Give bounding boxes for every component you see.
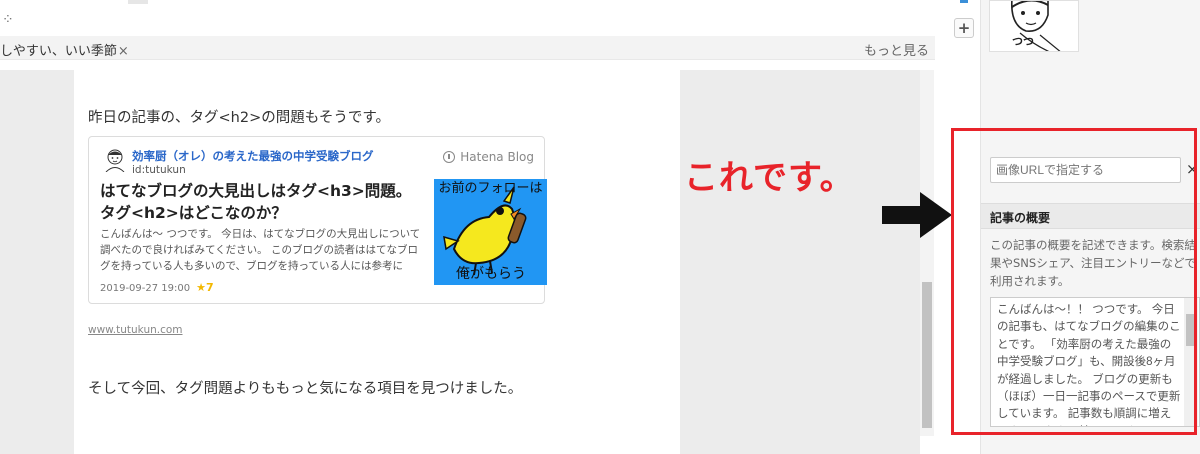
paragraph-1: 昨日の記事の、タグ<h2>の問題もそうです。 <box>88 110 390 126</box>
author-avatar <box>105 149 125 172</box>
profile-image[interactable]: つつ <box>989 0 1079 52</box>
card-thumbnail[interactable]: お前のフォローは 俺がもらう <box>434 179 547 285</box>
sparkle-icon: ⁘ <box>2 12 14 28</box>
tool-indicator <box>960 0 968 3</box>
annotation-text: これです。 <box>684 158 855 198</box>
blog-url-link[interactable]: www.tutukun.com <box>88 324 183 336</box>
article-body[interactable]: 昨日の記事の、タグ<h2>の問題もそうです。 効率厨（オレ）の考えた最強の中学受… <box>74 70 680 454</box>
hatena-brand: Hatena Blog <box>460 150 534 164</box>
thumb-caption-bottom: 俺がもらう <box>456 266 526 282</box>
cartoon-face-icon <box>1010 1 1061 51</box>
card-blog-name[interactable]: 効率厨（オレ）の考えた最強の中学受験ブログ <box>132 148 374 164</box>
profile-label: つつ <box>1012 35 1034 48</box>
tag-label: しやすい、いい季節 <box>0 44 117 59</box>
card-user-id: id:tutukun <box>132 164 186 176</box>
paragraph-2: そして今回、タグ問題よりももっと気になる項目を見つけました。 <box>88 381 523 397</box>
hatena-blog-logo: Hatena Blog <box>443 150 534 164</box>
highlight-box <box>951 128 1197 435</box>
card-meta: 2019-09-27 19:00 ★7 <box>100 281 214 294</box>
tag-chip[interactable]: しやすい、いい季節× <box>0 40 129 59</box>
add-button[interactable]: + <box>954 18 974 38</box>
tag-bar: しやすい、いい季節× もっと見る <box>0 36 935 60</box>
thumb-caption-top: お前のフォローは <box>438 181 543 196</box>
card-excerpt: こんばんは～ つつです。 今日は、はてなブログの大見出しについて調べたので良けれ… <box>100 228 421 272</box>
tag-remove-icon[interactable]: × <box>118 44 129 59</box>
star-count: ★7 <box>196 281 214 294</box>
blog-card[interactable]: 効率厨（オレ）の考えた最強の中学受験ブログ id:tutukun Hatena … <box>88 136 547 304</box>
editor-scrollbar-thumb[interactable] <box>922 282 932 428</box>
top-tab-marker <box>128 0 148 4</box>
top-strip: ⁘ <box>0 0 935 36</box>
card-title[interactable]: はてなブログの大見出しはタグ<h3>問題。タグ<h2>はどこなのか？ <box>100 180 422 224</box>
arrow-right-icon <box>882 192 952 238</box>
card-date: 2019-09-27 19:00 <box>100 283 191 294</box>
editor-scrollbar[interactable] <box>920 70 934 436</box>
hatena-icon <box>443 151 456 163</box>
more-link[interactable]: もっと見る <box>864 40 929 59</box>
